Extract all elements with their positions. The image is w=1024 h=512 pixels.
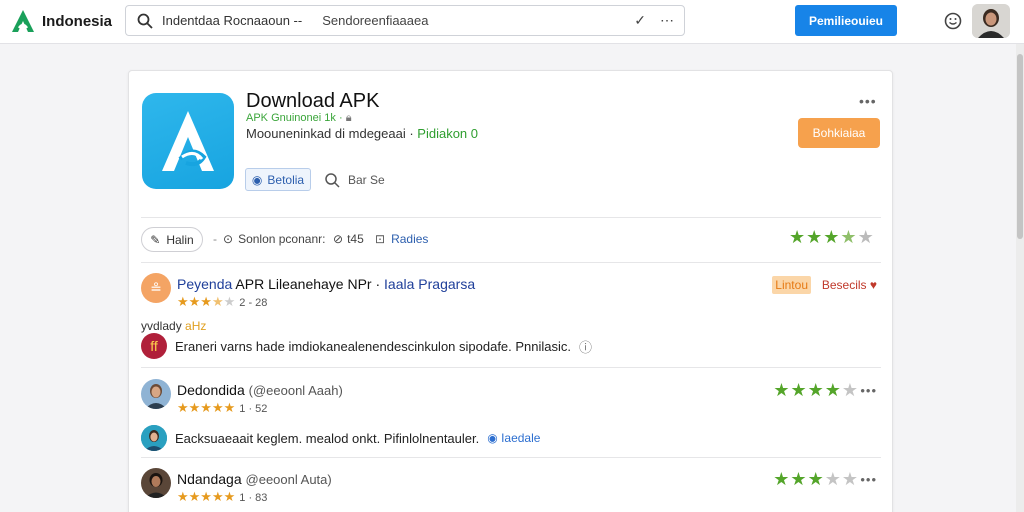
- reviewer-app-text: APR Lileanehaye NPr ·: [235, 276, 385, 292]
- review-item: Ndandaga @eeoonl Auta) ★★★★★ 1 · 83 ★★★★★…: [141, 468, 881, 512]
- check-icon[interactable]: ✓: [634, 12, 646, 29]
- smile-icon[interactable]: [944, 12, 962, 30]
- reviewer-avatar[interactable]: ≗: [141, 273, 171, 303]
- divider: [141, 217, 881, 218]
- link-icon: [325, 173, 340, 188]
- reviewer-name-text: Ndandaga: [177, 471, 242, 487]
- share-link[interactable]: Bar Se: [324, 172, 385, 188]
- reviewer-name-text: Peyenda: [177, 276, 233, 292]
- scrollbar-thumb[interactable]: [1017, 54, 1023, 239]
- review-comment: Eacksuaeaait keglem. mealod onkt. Pifinl…: [141, 425, 540, 451]
- review-rating: ★★★★★ 2 - 28: [177, 294, 268, 309]
- sort-label: Sonlon pconanr:: [238, 232, 326, 246]
- write-review-button[interactable]: ✎ Halin: [141, 227, 203, 252]
- menu-dots-icon[interactable]: ⋯: [660, 12, 674, 29]
- filter-button[interactable]: ⊡ Radies: [375, 232, 428, 246]
- search-icon: [137, 13, 153, 29]
- reviewer-handle: @eeoonl Auta): [245, 472, 332, 487]
- comment-link-text: Iaedale: [501, 431, 541, 445]
- review-rating: ★★★★★ 1 · 83: [177, 489, 268, 504]
- info-icon[interactable]: ⓘ: [579, 337, 592, 356]
- badge-label: Besecils: [821, 278, 867, 292]
- app-description-highlight: Pidiakon 0: [417, 126, 479, 141]
- reviewer-name-text: Dedondida: [177, 382, 245, 398]
- commenter-avatar[interactable]: [141, 425, 167, 451]
- sort-icon: ⊙: [223, 232, 234, 246]
- app-description-text: Moouneninkad di mdegeaai ·: [246, 126, 414, 141]
- app-title: Download APK: [246, 90, 380, 112]
- download-button[interactable]: Bohkiaiaa: [798, 118, 880, 148]
- review-date: 2 - 28: [239, 297, 268, 309]
- app-subtitle: APK Gnuinonei 1k · 🔒︎: [246, 112, 352, 125]
- card-more-icon[interactable]: •••: [859, 93, 877, 109]
- reviewer-score-stars: ★★★★★: [773, 380, 859, 400]
- write-label: Halin: [166, 232, 194, 247]
- top-bar: Indonesia Indentdaa Rocnaaoun -- Sendore…: [0, 0, 1024, 44]
- review-comment: ff Eraneri varns hade imdiokanealenendes…: [141, 333, 592, 359]
- review-more-icon[interactable]: •••: [860, 383, 877, 398]
- reviewer-name[interactable]: Ndandaga @eeoonl Auta): [177, 471, 332, 487]
- comment-text: Eacksuaeaait keglem. mealod onkt. Pifinl…: [175, 430, 480, 446]
- heart-icon: ♥: [869, 278, 877, 292]
- review-item: Dedondida (@eeoonl Aaah) ★★★★★ 1 · 52 ★★★…: [141, 379, 881, 459]
- share-label: Bar Se: [348, 173, 385, 187]
- filter-icon: ⊡: [375, 232, 386, 246]
- app-subtitle-text: APK Gnuinonei 1k ·: [246, 112, 343, 124]
- app-card: Download APK APK Gnuinonei 1k · 🔒︎ Mooun…: [128, 70, 893, 512]
- search-suffix: Sendoreenfiaaaea: [322, 13, 429, 28]
- reviewer-name[interactable]: Peyenda APR Lileanehaye NPr · Iaala Prag…: [177, 276, 475, 292]
- review-count: ⊘ t45: [333, 232, 364, 246]
- review-rating: ★★★★★ 1 · 52: [177, 400, 268, 415]
- brand-name: Indonesia: [42, 12, 113, 30]
- count-label: t45: [347, 232, 364, 246]
- review-date: 1 · 52: [239, 403, 268, 415]
- reviewer-name[interactable]: Dedondida (@eeoonl Aaah): [177, 382, 343, 398]
- reviewer-avatar[interactable]: [141, 468, 171, 498]
- commenter-avatar[interactable]: ff: [141, 333, 167, 359]
- search-bar[interactable]: Indentdaa Rocnaaoun -- Sendoreenfiaaaea …: [125, 5, 685, 36]
- lock-icon: 🔒︎: [345, 112, 352, 124]
- page-scrollbar[interactable]: [1016, 44, 1024, 512]
- user-avatar[interactable]: [972, 4, 1010, 38]
- review-item: ≗ Peyenda APR Lileanehaye NPr · Iaala Pr…: [141, 273, 881, 367]
- app-icon: [142, 93, 234, 189]
- review-label: yvdlady aHz: [141, 319, 206, 333]
- reviewer-avatar[interactable]: [141, 379, 171, 409]
- globe-icon: ◉: [251, 172, 263, 187]
- review-tag: Lintou: [772, 276, 811, 294]
- comment-text: Eraneri varns hade imdiokanealenendescin…: [175, 338, 572, 354]
- beta-button[interactable]: ◉ Betolia: [245, 168, 311, 191]
- clip-icon: ⊘: [333, 232, 344, 246]
- overall-rating-stars: ★★★★★: [789, 227, 875, 247]
- brand[interactable]: Indonesia: [10, 7, 112, 35]
- review-label-text: yvdlady: [141, 319, 182, 333]
- sort-dropdown[interactable]: ⊙ Sonlon pconanr:: [223, 232, 325, 246]
- comment-link[interactable]: ◉ Iaedale: [487, 431, 540, 445]
- divider: [141, 457, 881, 458]
- divider: [141, 367, 881, 368]
- review-label-highlight: aHz: [185, 319, 207, 333]
- filter-label: Radies: [391, 232, 429, 246]
- brand-logo-icon: [12, 10, 34, 32]
- toolbar-separator: -: [213, 232, 217, 246]
- reviewer-handle: (@eeoonl Aaah): [248, 383, 343, 398]
- search-query[interactable]: Indentdaa Rocnaaoun --: [162, 13, 302, 28]
- review-date: 1 · 83: [239, 492, 268, 504]
- primary-top-button[interactable]: Pemilieouieu: [795, 5, 897, 36]
- review-badge[interactable]: Besecils ♥: [822, 278, 877, 292]
- reviewer-link[interactable]: Iaala Pragarsa: [384, 276, 475, 292]
- reviewer-score-stars: ★★★★★: [773, 469, 859, 489]
- divider: [141, 262, 881, 263]
- beta-label: Betolia: [267, 172, 305, 187]
- user-icon: ≗: [150, 279, 162, 296]
- review-toolbar: ✎ Halin - ⊙ Sonlon pconanr: ⊘ t45 ⊡ Radi…: [141, 227, 881, 253]
- review-more-icon[interactable]: •••: [860, 472, 877, 487]
- pencil-icon: ✎: [150, 232, 161, 247]
- app-description: Moouneninkad di mdegeaai · Pidiakon 0: [246, 126, 478, 141]
